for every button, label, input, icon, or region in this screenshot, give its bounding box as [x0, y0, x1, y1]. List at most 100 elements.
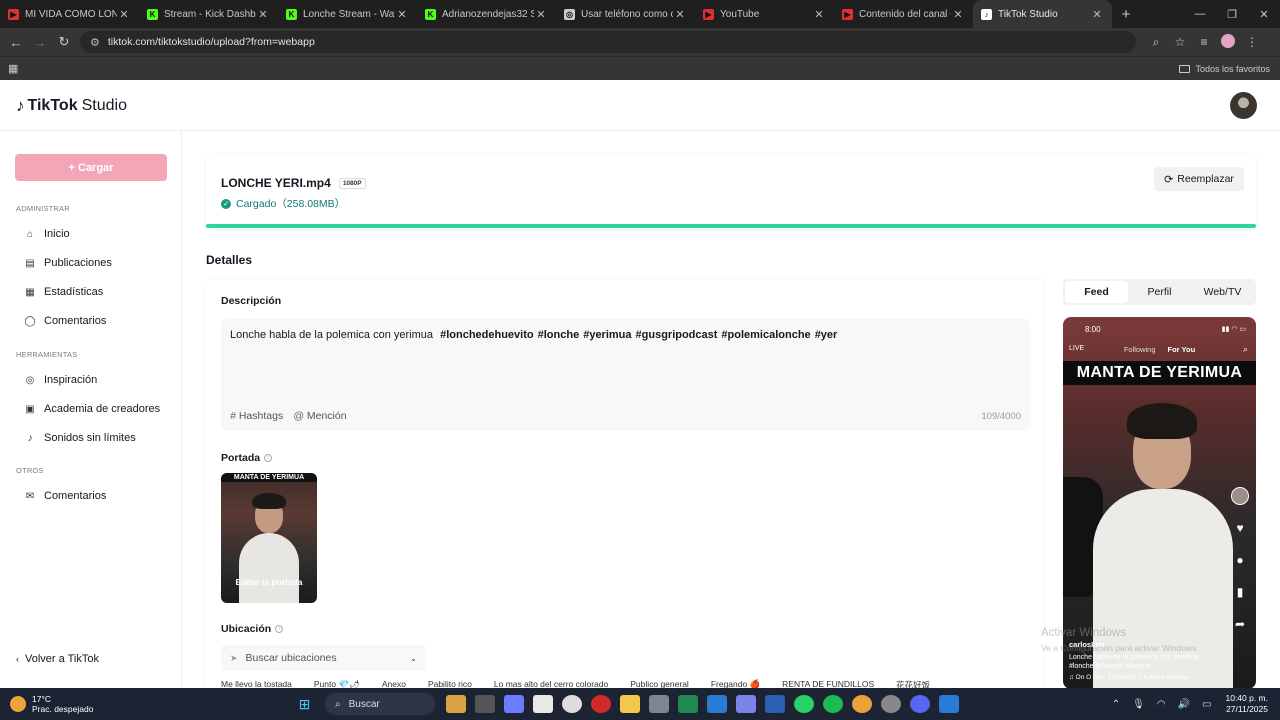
cover-thumbnail[interactable]: MANTA DE YERIMUA Editar la portada — [221, 473, 317, 603]
taskbar-search[interactable]: ⌕ Buscar — [325, 693, 435, 715]
zoom-icon[interactable]: ⌕ — [1144, 35, 1168, 50]
description-editor[interactable]: Lonche habla de la polemica con yerimua … — [221, 319, 1030, 431]
sidebar-item[interactable]: ▤ Publicaciones — [24, 257, 112, 269]
microphone-icon[interactable]: 🎙 — [1132, 699, 1145, 710]
teams-icon[interactable] — [735, 695, 756, 713]
sidebar-item[interactable]: ▦ Estadísticas — [24, 286, 103, 298]
store-icon[interactable] — [532, 695, 553, 713]
close-tab-icon[interactable]: ✕ — [256, 8, 270, 21]
url-field[interactable]: ⚙ tiktok.com/tiktokstudio/upload?from=we… — [80, 31, 1136, 53]
user-avatar[interactable] — [1230, 92, 1257, 119]
whatsapp-icon[interactable] — [793, 695, 814, 713]
edit-cover-button[interactable]: Editar la portada — [221, 577, 317, 587]
back-arrow-icon[interactable]: ← — [4, 35, 28, 50]
location-chip[interactable]: Anexo — [382, 679, 406, 688]
maximize-button[interactable]: ❐ — [1216, 8, 1248, 21]
battery-icon[interactable]: ▭ — [1202, 699, 1211, 710]
location-chip[interactable]: Me llevo la tostada — [221, 679, 292, 688]
location-chip[interactable]: Fregando 🍎 — [711, 679, 760, 688]
vscode-icon[interactable] — [706, 695, 727, 713]
location-chip[interactable]: RENTA DE FUNDILLOS — [782, 679, 874, 688]
close-tab-icon[interactable]: ✕ — [951, 8, 965, 21]
obs-icon[interactable] — [561, 695, 582, 713]
forward-arrow-icon[interactable]: → — [28, 35, 52, 50]
close-tab-icon[interactable]: ✕ — [117, 8, 131, 21]
info-icon[interactable]: i — [275, 625, 284, 633]
browser-tab[interactable]: K Stream - Kick Dashboard✕ — [139, 0, 278, 28]
hashtags-button[interactable]: # Hashtags — [230, 410, 283, 422]
taskbar-clock[interactable]: 10:40 p. m. 27/11/2025 — [1225, 693, 1268, 715]
browser-tab[interactable]: ▶ MI VIDA COMO LONCHE✕ — [0, 0, 139, 28]
description-hashtag[interactable]: #lonche — [538, 329, 580, 341]
discord-icon[interactable] — [909, 695, 930, 713]
word-icon[interactable] — [764, 695, 785, 713]
bookmark-star-icon[interactable]: ☆ — [1168, 35, 1192, 49]
close-tab-icon[interactable]: ✕ — [673, 8, 687, 21]
app-red-icon[interactable] — [590, 695, 611, 713]
location-chip[interactable]: 花花好饭 — [896, 679, 930, 688]
wifi-icon[interactable]: ◠ — [1157, 699, 1166, 710]
spotify-icon[interactable] — [822, 695, 843, 713]
new-tab-button[interactable]: + — [1112, 6, 1140, 23]
location-chip[interactable]: Lo mas alto del cerro colorado — [494, 679, 608, 688]
description-hashtag[interactable]: #yer — [815, 329, 838, 341]
browser-tab[interactable]: ▶ Contenido del canal - You✕ — [834, 0, 973, 28]
windows-start-icon[interactable]: ⊞ — [295, 695, 315, 713]
upload-button[interactable]: + Cargar — [15, 154, 167, 181]
profile-avatar-icon[interactable] — [1216, 33, 1240, 51]
browser-tab[interactable]: K Lonche Stream - Watch Li✕ — [278, 0, 417, 28]
apps-grid-icon[interactable]: ▦ — [8, 62, 18, 75]
volume-icon[interactable]: 🔊 — [1178, 699, 1190, 710]
info-icon[interactable]: i — [264, 454, 273, 462]
minimize-button[interactable]: — — [1184, 8, 1216, 21]
browser-tab[interactable]: K Adrianozendejas32 Stream✕ — [417, 0, 556, 28]
file-name: LONCHE YERI.mp4 — [221, 176, 331, 190]
browser-menu-icon[interactable]: ⋮ — [1240, 35, 1264, 49]
sidebar-item[interactable]: ◎ Inspiración — [24, 374, 98, 386]
browser-tab[interactable]: ▶ YouTube ✕ — [695, 0, 834, 28]
location-chip[interactable]: Punto 💎🌶 — [314, 679, 360, 688]
close-tab-icon[interactable]: ✕ — [534, 8, 548, 21]
replace-button[interactable]: ⟳ Reemplazar — [1154, 167, 1244, 191]
sidebar-item[interactable]: ✉ Comentarios — [24, 490, 107, 502]
browser-tab[interactable]: ◎ Usar teléfono como cáma✕ — [556, 0, 695, 28]
description-hashtag[interactable]: #gusgripodcast — [636, 329, 718, 341]
location-search-select[interactable]: ➤ Buscar ubicaciones ⌄ — [221, 645, 426, 671]
copilot-icon[interactable] — [503, 695, 524, 713]
sidebar-item[interactable]: ◯ Comentarios — [24, 315, 106, 327]
close-tab-icon[interactable]: ✕ — [1090, 8, 1104, 21]
file-explorer-icon[interactable] — [619, 695, 640, 713]
settings-icon[interactable] — [880, 695, 901, 713]
close-tab-icon[interactable]: ✕ — [812, 8, 826, 21]
tab-title: Contenido del canal - You — [859, 8, 951, 20]
sidebar-item[interactable]: ▣ Academia de creadores — [24, 403, 160, 415]
back-to-tiktok-link[interactable]: ‹ Volver a TikTok — [16, 653, 99, 665]
mention-button[interactable]: @ Mención — [293, 410, 346, 422]
calculator-icon[interactable] — [648, 695, 669, 713]
tiktok-studio-logo[interactable]: ♪ TikTok Studio — [16, 96, 127, 116]
weather-widget[interactable]: 17°C Prac. despejado — [10, 694, 110, 714]
chrome-icon[interactable] — [851, 695, 872, 713]
reading-list-icon[interactable]: ≡ — [1192, 35, 1216, 49]
browser-tab[interactable]: ♪ TikTok Studio ✕ — [973, 0, 1112, 28]
task-view-icon[interactable] — [474, 695, 495, 713]
sidebar-item[interactable]: ⌂ Inicio — [24, 228, 70, 240]
all-bookmarks-button[interactable]: Todos los favoritos — [1179, 64, 1270, 74]
vscode-insiders-icon[interactable] — [938, 695, 959, 713]
sidebar-item[interactable]: ♪ Sonidos sin límites — [24, 432, 136, 444]
location-chip[interactable]: Publico general — [630, 679, 689, 688]
close-window-button[interactable]: ✕ — [1248, 8, 1280, 21]
reload-icon[interactable]: ↻ — [52, 34, 76, 50]
description-hashtag[interactable]: #yerimua — [583, 329, 631, 341]
location-chip[interactable]: Pabilito rico — [428, 679, 472, 688]
description-hashtag[interactable]: #lonchedehuevito — [440, 329, 534, 341]
excel-icon[interactable] — [677, 695, 698, 713]
close-tab-icon[interactable]: ✕ — [395, 8, 409, 21]
tray-chevron-icon[interactable]: ⌃ — [1112, 699, 1120, 710]
preview-tab[interactable]: Perfil — [1128, 281, 1191, 303]
description-hashtag[interactable]: #polemicalonche — [721, 329, 810, 341]
preview-tab[interactable]: Web/TV — [1191, 281, 1254, 303]
preview-tab[interactable]: Feed — [1065, 281, 1128, 303]
widgets-icon[interactable] — [445, 695, 466, 713]
site-info-icon[interactable]: ⚙ — [90, 36, 100, 49]
